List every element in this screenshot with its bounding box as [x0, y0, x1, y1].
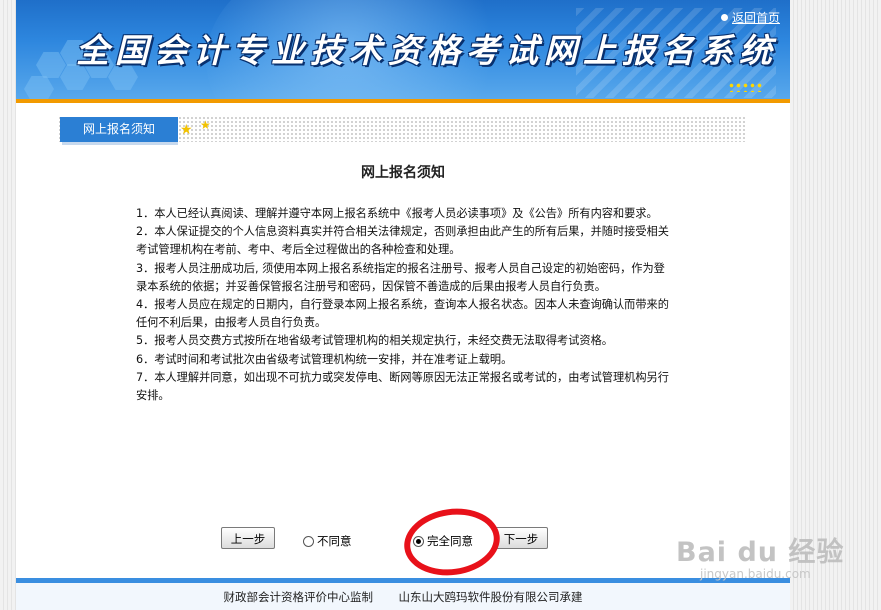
- home-link[interactable]: 返回首页: [720, 9, 780, 26]
- terms-item: 2．本人保证提交的个人信息资料真实并符合相关法律规定，否则承担由此产生的所有后果…: [136, 225, 669, 257]
- action-bar: 上一步 不同意 完全同意 下一步: [16, 527, 790, 553]
- tab-registration-notice[interactable]: 网上报名须知: [60, 117, 178, 142]
- disagree-radio[interactable]: [303, 535, 314, 547]
- baidu-watermark-url: jingyan.baidu.com: [700, 567, 811, 581]
- disagree-option[interactable]: 不同意: [303, 533, 352, 549]
- main-panel: 全国会计专业技术资格考试网上报名系统 返回首页 网上报名须知 ★ ★ 网上报名须…: [16, 0, 790, 610]
- dot-pattern-decoration: [728, 82, 764, 92]
- baidu-watermark-logo: Bai du 经验: [676, 537, 845, 568]
- terms-item: 7．本人理解并同意，如出现不可抗力或突发停电、断网等原因无法正常报名或考试的，由…: [136, 370, 669, 403]
- terms-item: 5．报考人员交费方式按所在地省级考试管理机构的相关规定执行，未经交费无法取得考试…: [136, 334, 613, 348]
- terms-item: 3．报考人员注册成功后, 须使用本网上报名系统指定的报名注册号、报考人员自己设定…: [136, 261, 665, 293]
- footer: 财政部会计资格评价中心监制 山东山大鸥玛软件股份有限公司承建: [16, 578, 790, 610]
- previous-step-button[interactable]: 上一步: [221, 527, 275, 549]
- footer-credits: 财政部会计资格评价中心监制 山东山大鸥玛软件股份有限公司承建: [16, 589, 790, 605]
- bullet-icon: [720, 14, 728, 21]
- left-page-frame: [0, 0, 16, 610]
- hexagon-decoration: [24, 76, 54, 99]
- star-icon: ★: [200, 118, 211, 132]
- home-link-label: 返回首页: [731, 11, 780, 25]
- footer-builder: 山东山大鸥玛软件股份有限公司承建: [398, 590, 583, 604]
- red-annotation-circle: [399, 502, 505, 582]
- terms-item: 4．报考人员应在规定的日期内，自行登录本网上报名系统，查询本人报名状态。因本人未…: [136, 298, 669, 330]
- hexagon-decoration: [36, 52, 66, 78]
- disagree-label: 不同意: [317, 534, 352, 548]
- footer-supervisor: 财政部会计资格评价中心监制: [223, 590, 373, 604]
- header-divider: [16, 99, 790, 103]
- terms-list: 1．本人已经认真阅读、理解并遵守本网上报名系统中《报考人员必读事项》及《公告》所…: [136, 205, 672, 405]
- right-page-frame: [790, 0, 881, 610]
- terms-item: 6．考试时间和考试批次由省级考试管理机构统一安排，并在准考证上载明。: [136, 352, 513, 366]
- site-header-banner: 全国会计专业技术资格考试网上报名系统 返回首页: [16, 0, 790, 99]
- tab-underline: [62, 142, 178, 145]
- site-title: 全国会计专业技术资格考试网上报名系统: [76, 31, 778, 70]
- notice-title: 网上报名须知: [361, 165, 445, 181]
- star-icon: ★: [180, 122, 193, 138]
- next-step-button[interactable]: 下一步: [494, 527, 548, 549]
- terms-item: 1．本人已经认真阅读、理解并遵守本网上报名系统中《报考人员必读事项》及《公告》所…: [136, 207, 658, 220]
